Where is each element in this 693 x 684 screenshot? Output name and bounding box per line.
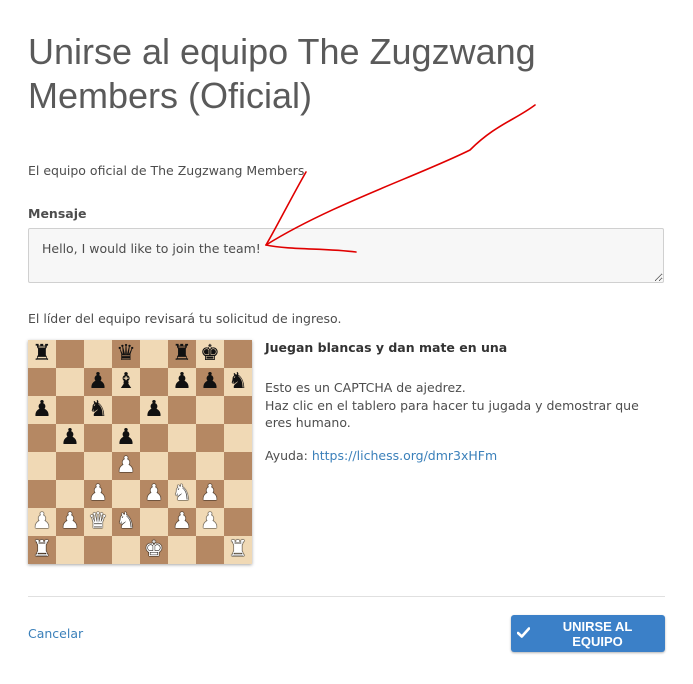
square-g3[interactable] xyxy=(196,480,224,508)
page-title: Unirse al equipo The Zugzwang Members (O… xyxy=(28,31,536,116)
square-g2[interactable] xyxy=(196,508,224,536)
square-b1[interactable] xyxy=(56,536,84,564)
square-h6[interactable] xyxy=(224,396,252,424)
square-b3[interactable] xyxy=(56,480,84,508)
square-b8[interactable] xyxy=(56,340,84,368)
square-b4[interactable] xyxy=(56,452,84,480)
square-c1[interactable] xyxy=(84,536,112,564)
team-description: El equipo oficial de The Zugzwang Member… xyxy=(28,163,305,178)
square-f8[interactable] xyxy=(168,340,196,368)
square-e8[interactable] xyxy=(140,340,168,368)
captcha-instructions: Esto es un CAPTCHA de ajedrez. Haz clic … xyxy=(265,379,665,432)
square-c5[interactable] xyxy=(84,424,112,452)
square-c8[interactable] xyxy=(84,340,112,368)
message-label: Mensaje xyxy=(28,206,87,221)
help-label: Ayuda: xyxy=(265,448,308,463)
square-f5[interactable] xyxy=(168,424,196,452)
square-g1[interactable] xyxy=(196,536,224,564)
square-g4[interactable] xyxy=(196,452,224,480)
square-e2[interactable] xyxy=(140,508,168,536)
square-a7[interactable] xyxy=(28,368,56,396)
join-button-label: UNIRSE AL EQUIPO xyxy=(562,618,633,649)
square-d4[interactable] xyxy=(112,452,140,480)
square-h1[interactable] xyxy=(224,536,252,564)
square-a5[interactable] xyxy=(28,424,56,452)
square-b2[interactable] xyxy=(56,508,84,536)
square-b6[interactable] xyxy=(56,396,84,424)
square-c6[interactable] xyxy=(84,396,112,424)
square-g7[interactable] xyxy=(196,368,224,396)
form-divider xyxy=(28,596,665,597)
square-h2[interactable] xyxy=(224,508,252,536)
square-a6[interactable] xyxy=(28,396,56,424)
square-b7[interactable] xyxy=(56,368,84,396)
captcha-title: Juegan blancas y dan mate en una xyxy=(265,340,508,355)
square-a3[interactable] xyxy=(28,480,56,508)
square-h3[interactable] xyxy=(224,480,252,508)
square-d6[interactable] xyxy=(112,396,140,424)
square-h4[interactable] xyxy=(224,452,252,480)
square-e7[interactable] xyxy=(140,368,168,396)
square-d1[interactable] xyxy=(112,536,140,564)
square-h8[interactable] xyxy=(224,340,252,368)
square-e4[interactable] xyxy=(140,452,168,480)
square-d3[interactable] xyxy=(112,480,140,508)
message-textarea[interactable]: Hello, I would like to join the team! xyxy=(28,228,664,283)
square-f6[interactable] xyxy=(168,396,196,424)
square-e3[interactable] xyxy=(140,480,168,508)
square-c4[interactable] xyxy=(84,452,112,480)
square-a1[interactable] xyxy=(28,536,56,564)
square-e5[interactable] xyxy=(140,424,168,452)
square-h7[interactable] xyxy=(224,368,252,396)
join-team-button[interactable]: UNIRSE AL EQUIPO xyxy=(511,615,665,652)
square-g6[interactable] xyxy=(196,396,224,424)
square-f1[interactable] xyxy=(168,536,196,564)
square-a4[interactable] xyxy=(28,452,56,480)
review-note: El líder del equipo revisará tu solicitu… xyxy=(28,311,342,326)
square-f7[interactable] xyxy=(168,368,196,396)
cancel-link[interactable]: Cancelar xyxy=(28,626,83,641)
help-link[interactable]: https://lichess.org/dmr3xHFm xyxy=(312,448,497,463)
square-f3[interactable] xyxy=(168,480,196,508)
square-d2[interactable] xyxy=(112,508,140,536)
captcha-help: Ayuda: https://lichess.org/dmr3xHFm xyxy=(265,448,497,463)
captcha-chessboard[interactable]: ♜ ♛ ♜ ♚ ♟ ♝ ♟ ♟ ♞ ♟ ♞ ♟ ♟ ♟ ♟ ♟ ♟ ♞ ♟ ♟ ♟ ♛ ♞ ♟ ♟ ♜ ♚ ♜ xyxy=(28,340,252,564)
square-g5[interactable] xyxy=(196,424,224,452)
square-f4[interactable] xyxy=(168,452,196,480)
checkmark-icon xyxy=(516,626,531,641)
square-f2[interactable] xyxy=(168,508,196,536)
square-e1[interactable] xyxy=(140,536,168,564)
square-e6[interactable] xyxy=(140,396,168,424)
square-a8[interactable] xyxy=(28,340,56,368)
captcha-line-1: Esto es un CAPTCHA de ajedrez. xyxy=(265,380,466,395)
square-c2[interactable] xyxy=(84,508,112,536)
captcha-line-2: Haz clic en el tablero para hacer tu jug… xyxy=(265,397,639,431)
square-a2[interactable] xyxy=(28,508,56,536)
square-h5[interactable] xyxy=(224,424,252,452)
square-g8[interactable] xyxy=(196,340,224,368)
square-c3[interactable] xyxy=(84,480,112,508)
square-d7[interactable] xyxy=(112,368,140,396)
square-d8[interactable] xyxy=(112,340,140,368)
square-c7[interactable] xyxy=(84,368,112,396)
square-b5[interactable] xyxy=(56,424,84,452)
square-d5[interactable] xyxy=(112,424,140,452)
